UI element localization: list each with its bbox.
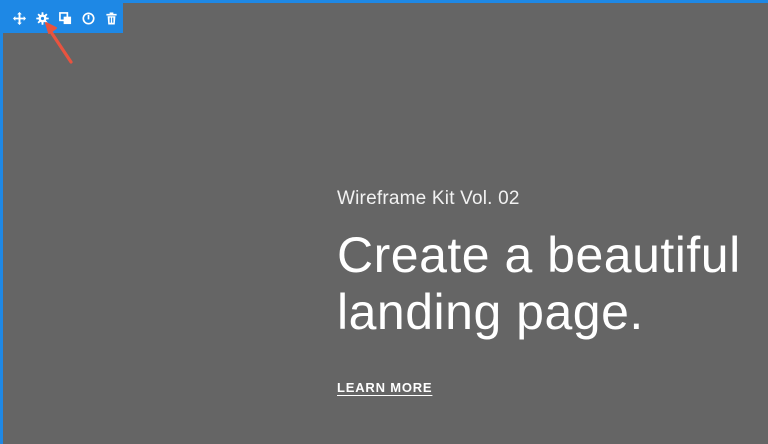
headline-line-1: Create a beautiful [337,227,741,283]
page-section: Wireframe Kit Vol. 02 Create a beautiful… [0,0,768,444]
learn-more-link[interactable]: LEARN MORE [337,380,432,395]
move-icon [13,11,26,25]
hero-eyebrow: Wireframe Kit Vol. 02 [337,188,520,209]
headline-line-2: landing page. [337,284,644,340]
power-icon [82,11,95,25]
hero-headline: Create a beautiful landing page. [337,227,741,341]
move-button[interactable] [11,10,28,27]
hero-content: Wireframe Kit Vol. 02 Create a beautiful… [337,187,741,397]
delete-button[interactable] [103,10,120,27]
toggle-button[interactable] [80,10,97,27]
trash-icon [106,11,117,25]
red-arrow-icon [45,22,73,64]
